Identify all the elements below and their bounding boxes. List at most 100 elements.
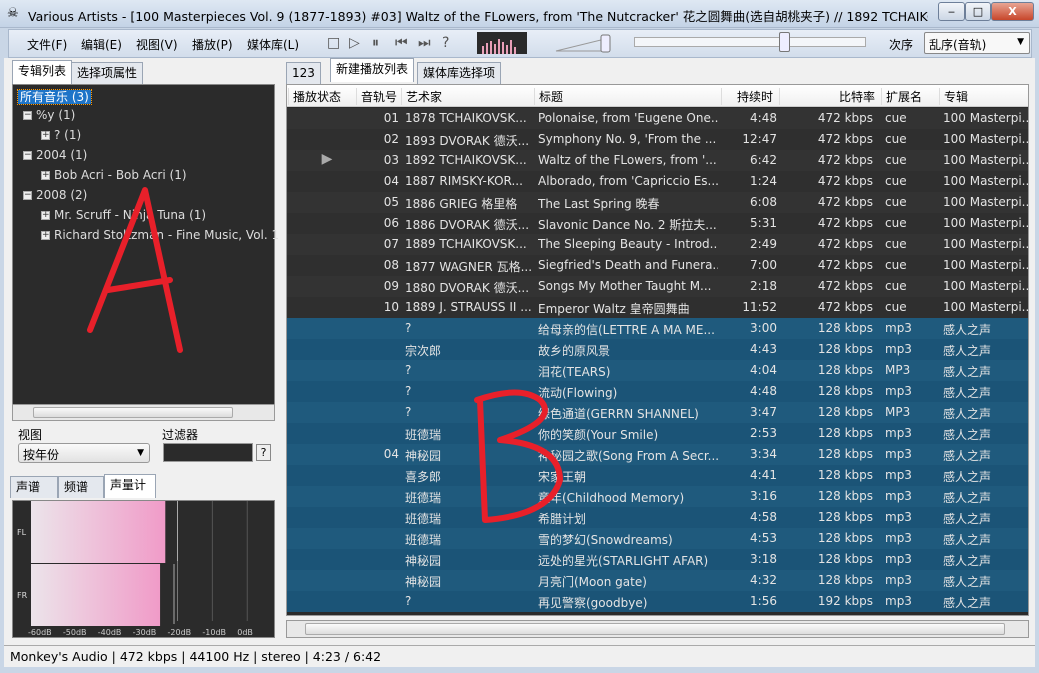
close-button[interactable]: X [991, 2, 1034, 21]
table-row[interactable]: 神秘园 远处的星光(STARLIGHT AFAR) 3:18 128 kbps mp3 感… [287, 549, 1028, 570]
meter-tick-label: 0dB [237, 628, 253, 637]
expand-icon[interactable]: + [41, 211, 50, 220]
menu-file[interactable]: 文件(F) [27, 36, 67, 53]
menu-library[interactable]: 媒体库(L) [247, 36, 299, 53]
random-button[interactable]: ? [442, 35, 449, 51]
table-cell: 2:18 [750, 279, 777, 293]
column-header[interactable]: 音轨号 [356, 88, 401, 105]
table-row[interactable]: 02 1893 DVORAK 德沃... Symphony No. 9, 'From… [287, 129, 1028, 150]
table-row[interactable]: 喜多郎 宋家王朝 4:41 128 kbps mp3 感人之声 [287, 465, 1028, 486]
tree-node[interactable]: + ? (1) [41, 128, 81, 142]
table-row[interactable]: 班德瑞 童年(Childhood Memory) 3:16 128 kbps mp3 感人… [287, 486, 1028, 507]
column-header[interactable]: 持续时间 [721, 88, 779, 121]
column-header[interactable]: 标题 [534, 88, 721, 105]
column-header[interactable]: 艺术家 [401, 88, 534, 105]
table-row[interactable]: ? 泪花(TEARS) 4:04 128 kbps MP3 感人之声 [287, 360, 1028, 381]
table-cell: 128 kbps [817, 489, 873, 503]
tab-spectrum[interactable]: 频谱 [58, 476, 104, 498]
table-cell: 感人之声 [943, 365, 992, 379]
pause-button[interactable]: ⏸ [372, 35, 379, 51]
collapse-icon[interactable]: − [23, 191, 32, 200]
tree-horizontal-scrollbar[interactable] [12, 404, 275, 421]
tab-new-playlist[interactable]: 新建播放列表 [330, 58, 415, 82]
column-header[interactable]: 比特率 [779, 88, 881, 105]
table-row[interactable]: 班德瑞 你的笑颜(Your Smile) 2:53 128 kbps mp3 感人之声 [287, 423, 1028, 444]
filter-input[interactable] [163, 443, 253, 462]
table-cell: 4:48 [750, 111, 777, 125]
table-row[interactable]: 01 1878 TCHAIKOVSK... Polonaise, from 'Eug… [287, 108, 1028, 129]
table-cell: 12:47 [742, 132, 777, 146]
view-dropdown[interactable]: 按年份 ▼ [18, 443, 150, 463]
column-header[interactable]: 扩展名 [881, 88, 939, 105]
previous-button[interactable]: ⏮ [395, 35, 408, 51]
tree-node[interactable]: − %y (1) [23, 108, 75, 122]
table-cell: 感人之声 [943, 533, 992, 547]
volume-slider[interactable] [554, 34, 614, 54]
view-label: 视图 [18, 428, 43, 442]
menu-view[interactable]: 视图(V) [136, 36, 178, 53]
playlist-horizontal-scrollbar[interactable] [286, 620, 1029, 638]
tree-node[interactable]: + Bob Acri - Bob Acri (1) [41, 168, 187, 182]
tree-node[interactable]: −2008 (2) [23, 188, 87, 202]
stop-button[interactable]: □ [327, 35, 340, 51]
table-row[interactable]: ? 给母亲的信(LETTRE A MA ME... 3:00 128 kbps mp3 感… [287, 318, 1028, 339]
filter-help-button[interactable]: ? [256, 444, 271, 461]
table-row[interactable]: 宗次郎 故乡的原风景 4:43 128 kbps mp3 感人之声 [287, 339, 1028, 360]
tab-selection-properties[interactable]: 选择项属性 [71, 62, 144, 84]
tree-node[interactable]: + Mr. Scruff - Ninja Tuna (1) [41, 208, 206, 222]
window-title: Various Artists - [100 Masterpieces Vol.… [28, 9, 928, 24]
menu-playback[interactable]: 播放(P) [192, 36, 233, 53]
tree-node[interactable]: 所有音乐 (3) [17, 88, 92, 105]
tab-volume-meter[interactable]: 声量计 [104, 474, 156, 498]
next-button[interactable]: ⏭ [418, 35, 431, 51]
table-cell: mp3 [885, 468, 912, 482]
table-row[interactable]: ▶ 03 1892 TCHAIKOVSK... Waltz of the FLower… [287, 150, 1028, 171]
seek-handle[interactable] [779, 32, 790, 52]
app-icon: ☠ [7, 6, 19, 21]
table-row[interactable]: 10 1889 J. STRAUSS II ... Emperor Waltz 皇帝… [287, 297, 1028, 318]
table-cell: 100 Masterpi... [943, 237, 1028, 251]
table-row[interactable]: ? 再见警察(goodbye) 1:56 192 kbps mp3 感人之声 [287, 591, 1028, 612]
table-row[interactable]: 神秘园 月亮门(Moon gate) 4:32 128 kbps mp3 感人之声 [287, 570, 1028, 591]
table-cell: 472 kbps [817, 216, 873, 230]
table-row[interactable]: 06 1886 DVORAK 德沃... Slavonic Dance No. 2 … [287, 213, 1028, 234]
play-button[interactable]: ▷ [349, 35, 360, 51]
column-header[interactable]: 专辑 [939, 88, 1028, 105]
tree-node[interactable]: −2004 (1) [23, 148, 87, 162]
table-row[interactable]: 08 1877 WAGNER 瓦格... Siegfried's Death and… [287, 255, 1028, 276]
scroll-thumb[interactable] [305, 623, 1005, 635]
table-row[interactable]: 班德瑞 雪的梦幻(Snowdreams) 4:53 128 kbps mp3 感人之声 [287, 528, 1028, 549]
tab-album-list[interactable]: 专辑列表 [12, 60, 73, 84]
collapse-icon[interactable]: − [23, 151, 32, 160]
order-dropdown[interactable]: 乱序(音轨) ▼ [924, 32, 1030, 54]
tab-library-selection[interactable]: 媒体库选择项 [417, 62, 502, 84]
table-cell: 流动(Flowing) [538, 386, 618, 400]
minimize-button[interactable]: ‒ [938, 2, 965, 21]
expand-icon[interactable]: + [41, 231, 50, 240]
table-row[interactable]: 05 1886 GRIEG 格里格 The Last Spring 晚春 6:08 47… [287, 192, 1028, 213]
table-row[interactable]: 07 1889 TCHAIKOVSK... The Sleeping Beauty … [287, 234, 1028, 255]
menu-edit[interactable]: 编辑(E) [81, 36, 122, 53]
table-cell: 01 [383, 111, 399, 125]
tab-playlist-123[interactable]: 123 [286, 62, 321, 84]
table-row[interactable]: 09 1880 DVORAK 德沃... Songs My Mother Taugh… [287, 276, 1028, 297]
table-row[interactable]: 04 神秘园 神秘园之歌(Song From A Secr... 3:34 128 kb… [287, 444, 1028, 465]
scroll-thumb[interactable] [33, 407, 233, 418]
table-cell: ? [405, 405, 412, 419]
table-cell: cue [885, 132, 907, 146]
table-row[interactable]: ? 流动(Flowing) 4:48 128 kbps mp3 感人之声 [287, 381, 1028, 402]
table-cell: 472 kbps [817, 279, 873, 293]
table-cell: 4:32 [750, 573, 777, 587]
table-cell: MP3 [885, 363, 911, 377]
tab-spectrogram[interactable]: 声谱 [10, 476, 58, 498]
seek-bar[interactable] [634, 37, 866, 47]
expand-icon[interactable]: + [41, 131, 50, 140]
column-header[interactable]: 播放状态 [288, 88, 356, 105]
table-row[interactable]: ? 绿色通道(GERRN SHANNEL) 3:47 128 kbps MP3 感人之声 [287, 402, 1028, 423]
maximize-button[interactable]: □ [965, 2, 991, 21]
table-row[interactable]: 04 1887 RIMSKY-KOR... Alborado, from 'Capr… [287, 171, 1028, 192]
table-row[interactable]: 班德瑞 希腊计划 4:58 128 kbps mp3 感人之声 [287, 507, 1028, 528]
tree-node[interactable]: + Richard Stoltzman - Fine Music, Vol. 1 [41, 228, 279, 242]
expand-icon[interactable]: + [41, 171, 50, 180]
collapse-icon[interactable]: − [23, 111, 32, 120]
